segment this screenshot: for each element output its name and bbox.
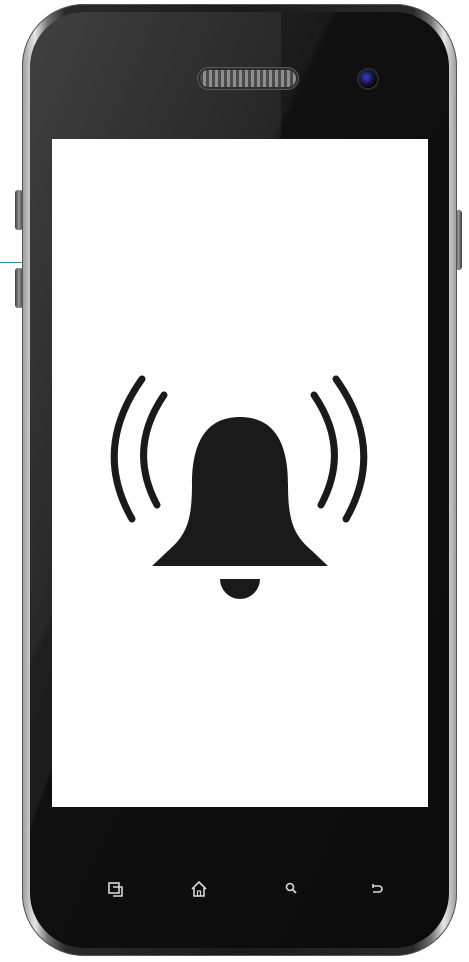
recent-apps-button[interactable] — [99, 872, 133, 906]
home-button[interactable] — [182, 872, 216, 906]
earpiece-speaker — [200, 70, 296, 87]
back-button[interactable] — [360, 872, 394, 906]
cable-line — [0, 262, 22, 263]
phone-screen — [52, 139, 428, 807]
back-icon — [372, 884, 383, 893]
smartphone — [22, 4, 457, 956]
navigation-bar — [30, 872, 449, 908]
front-camera — [359, 70, 377, 88]
home-icon — [191, 880, 207, 897]
bell-ringing-icon — [110, 375, 368, 599]
search-button[interactable] — [275, 872, 309, 906]
phone-bezel — [30, 12, 449, 948]
recent-apps-icon — [108, 882, 123, 897]
search-icon — [285, 882, 297, 894]
